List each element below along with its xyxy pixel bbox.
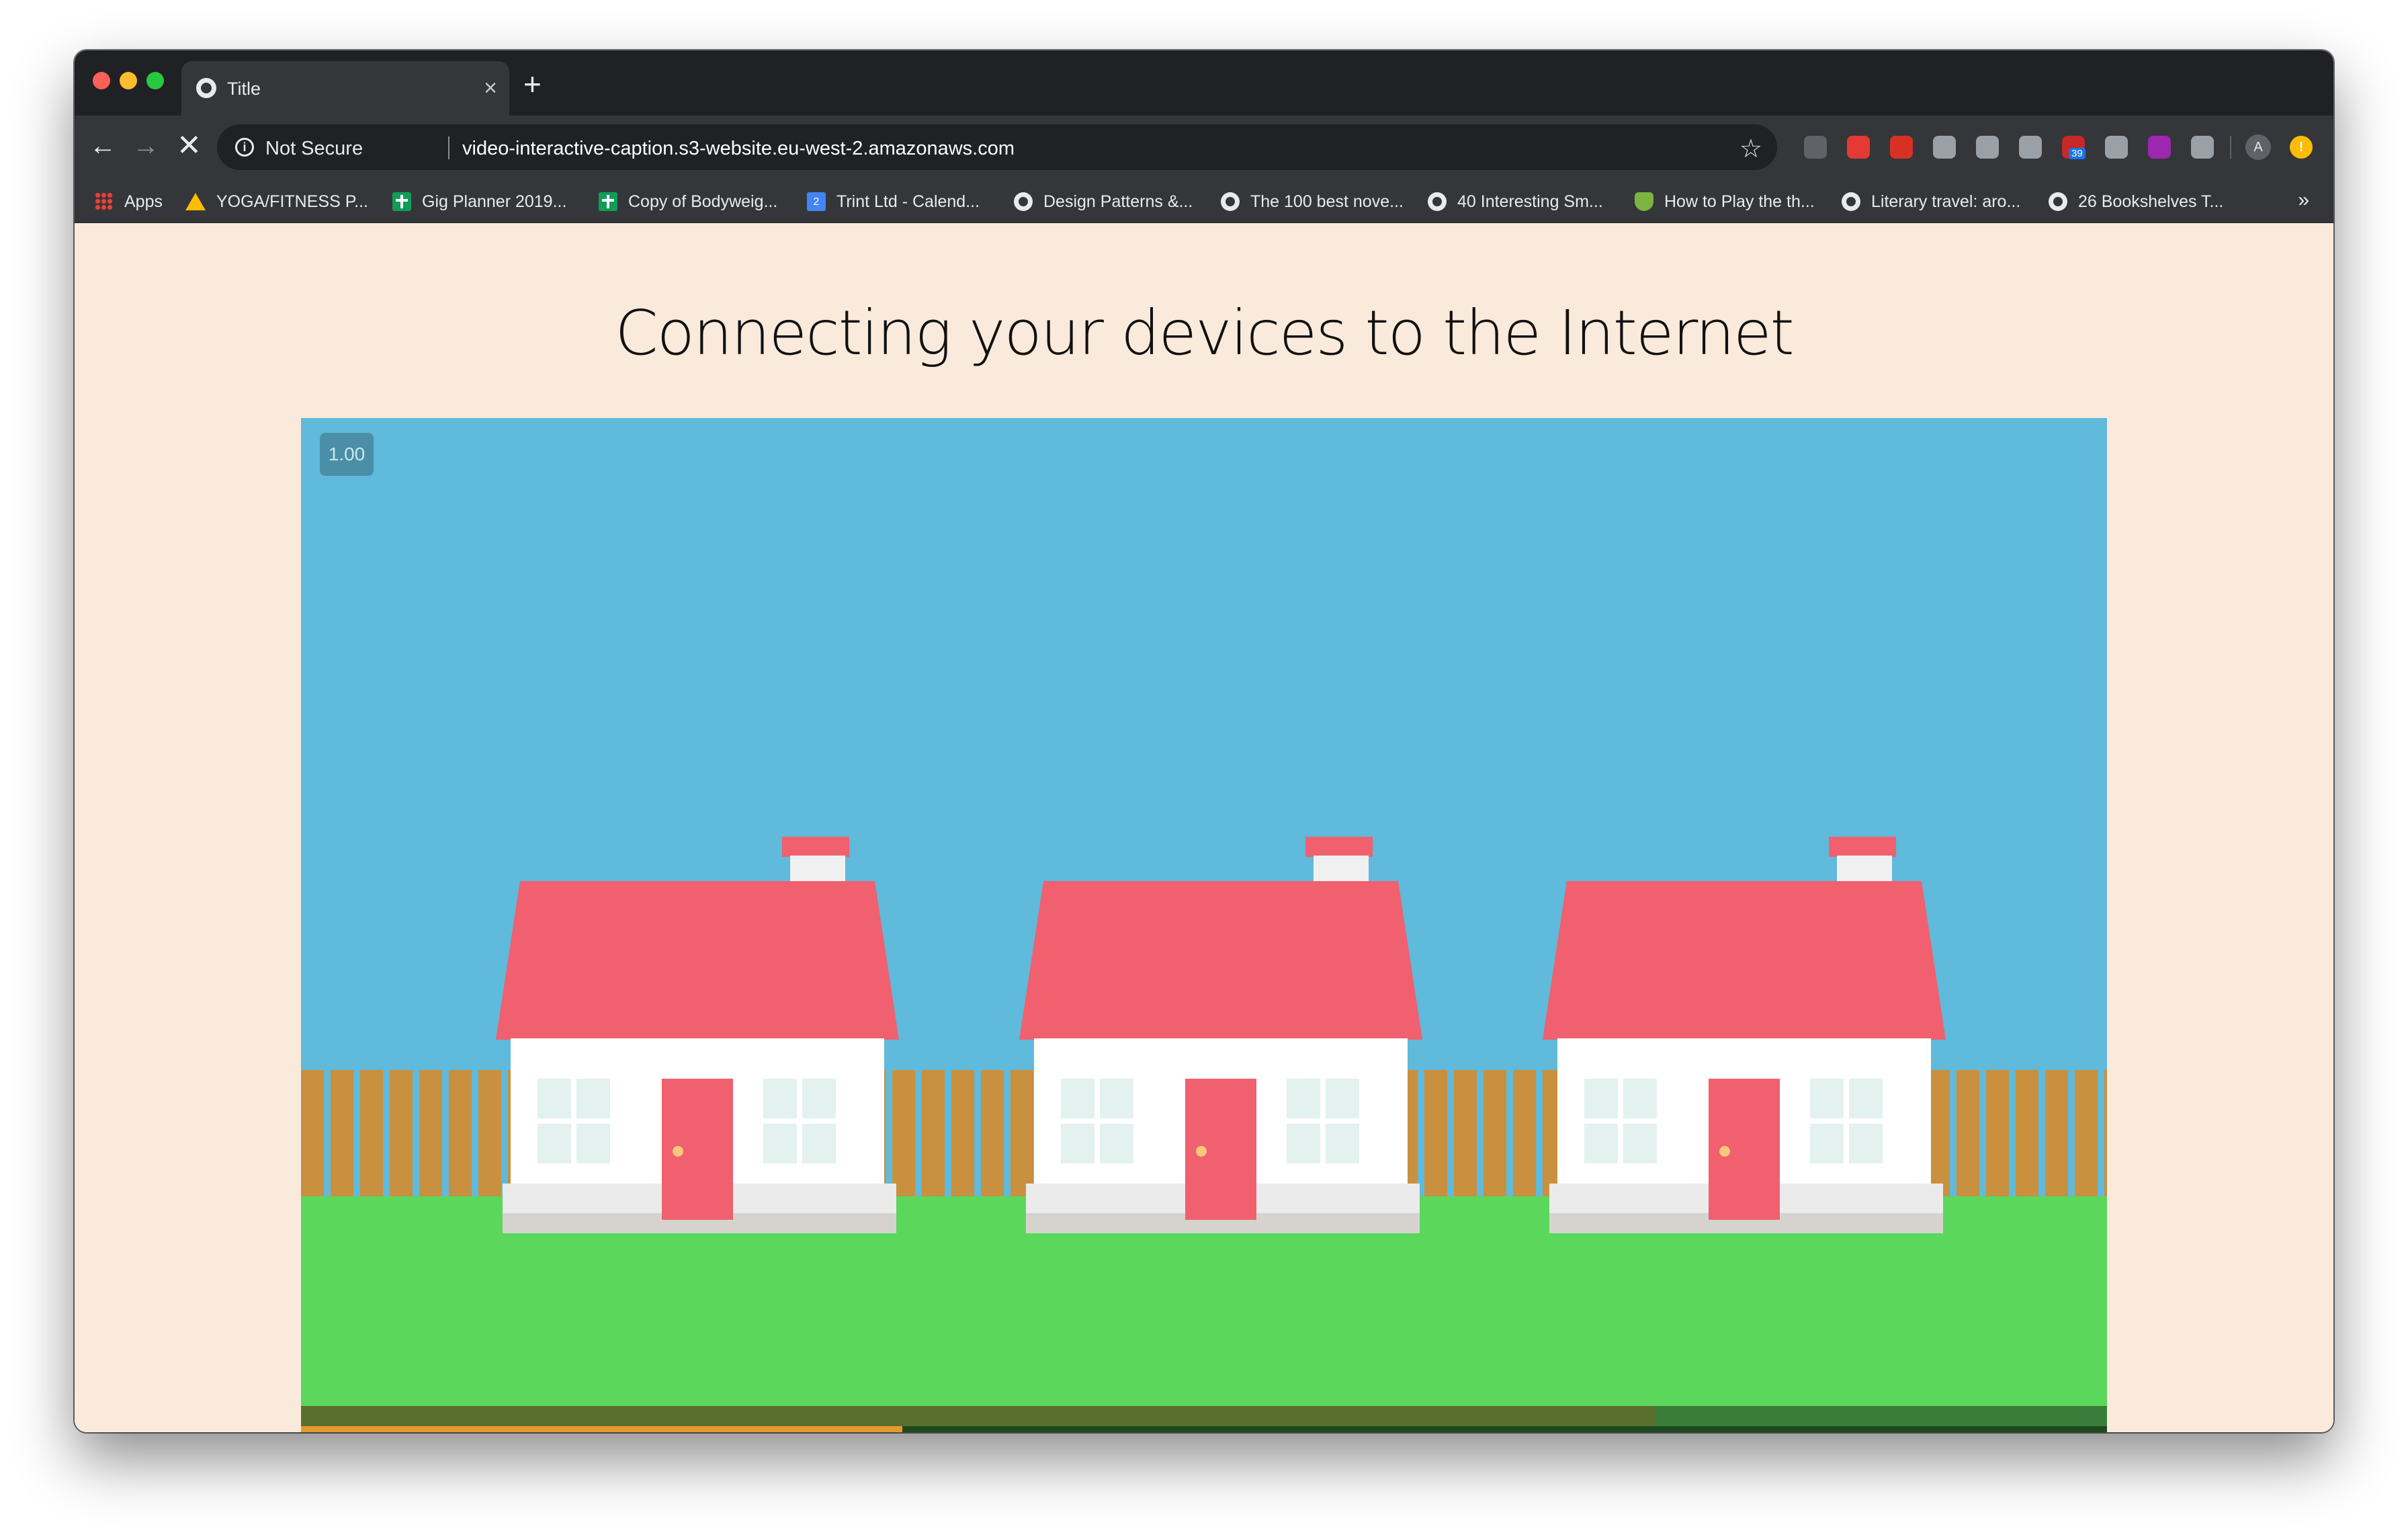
chimney-cap [1829, 837, 1896, 857]
bookmarks-overflow-button[interactable]: » [2298, 189, 2309, 212]
bookmark-label: Design Patterns &... [1043, 192, 1193, 211]
roof [1543, 881, 1946, 1040]
back-button[interactable]: ← [89, 129, 116, 163]
page-title: Connecting your devices to the Internet [615, 297, 1794, 369]
progress-track[interactable] [301, 1426, 2107, 1432]
bookmark-label: How to Play the th... [1664, 192, 1815, 211]
globe-icon [2049, 192, 2067, 211]
stop-extension-icon[interactable] [1890, 136, 1913, 159]
bookmark-label: YOGA/FITNESS P... [216, 192, 368, 211]
forward-button[interactable]: → [132, 129, 159, 163]
bookmark-label: Copy of Bodyweig... [628, 192, 778, 211]
calendar-badge-extension-icon[interactable]: 39 [2062, 136, 2086, 159]
extension-badge: 39 [2069, 148, 2086, 159]
new-tab-button[interactable]: + [523, 64, 542, 104]
youtube-extension-icon[interactable] [1847, 136, 1870, 159]
bookmark-item[interactable]: Copy of Bodyweig... [599, 190, 777, 213]
bookmark-item[interactable]: Gig Planner 2019... [392, 190, 566, 213]
roof [1019, 881, 1422, 1040]
bookmark-item[interactable]: YOGA/FITNESS P... [185, 190, 368, 213]
bookmark-item[interactable]: 40 Interesting Sm... [1428, 190, 1603, 213]
capture-extension-icon[interactable] [2105, 136, 2128, 159]
drive-icon [185, 193, 206, 210]
bookmark-item[interactable]: The 100 best nove... [1221, 190, 1404, 213]
video-player[interactable]: 1.00 [301, 418, 2107, 1432]
security-indicator[interactable]: Not Secure [265, 138, 363, 160]
robot-extension-icon[interactable] [1933, 136, 1956, 159]
bookmark-label: The 100 best nove... [1250, 192, 1404, 211]
close-window-button[interactable] [93, 72, 110, 89]
toolbar-divider [2230, 136, 2231, 159]
bookmarks-bar: Apps YOGA/FITNESS P... Gig Planner 2019...… [75, 181, 2333, 223]
sheets-icon [599, 192, 617, 211]
react-extension-icon[interactable] [1976, 136, 1999, 159]
bookmark-label: Gig Planner 2019... [422, 192, 567, 211]
grammar-extension-icon[interactable] [2019, 136, 2042, 159]
house-window [1061, 1079, 1133, 1163]
globe-icon [1428, 192, 1447, 211]
globe-icon [1014, 192, 1033, 211]
update-icon[interactable]: ! [2290, 136, 2313, 159]
house-window [1584, 1079, 1657, 1163]
video-controls-bar[interactable] [301, 1406, 2107, 1426]
green-shield-icon [1635, 192, 1653, 211]
house-window [1287, 1079, 1359, 1163]
maximize-window-button[interactable] [146, 72, 164, 89]
chimney-cap [782, 837, 849, 857]
house-window [538, 1079, 610, 1163]
url-text[interactable]: video-interactive-caption.s3-website.eu-… [462, 138, 1015, 160]
info-icon[interactable]: i [235, 138, 254, 157]
playback-rate-button[interactable]: 1.00 [320, 433, 374, 476]
bookmark-item[interactable]: 26 Bookshelves T... [2049, 190, 2223, 213]
minimize-window-button[interactable] [120, 72, 137, 89]
omnibox-divider [448, 136, 449, 159]
bookmark-star-icon[interactable]: ☆ [1739, 134, 1762, 164]
stop-loading-button[interactable]: ✕ [177, 129, 202, 163]
tab-active[interactable]: Title × [181, 61, 509, 116]
globe-icon [196, 78, 216, 98]
ellipsis-extension-icon[interactable] [1804, 136, 1827, 159]
bookmark-item[interactable]: Literary travel: aro... [1842, 190, 2020, 213]
address-bar[interactable]: i Not Secure video-interactive-caption.s… [217, 124, 1777, 170]
globe-icon [1842, 192, 1860, 211]
house-illustration [1543, 837, 1946, 1240]
house-door [1709, 1079, 1780, 1220]
bookmark-item[interactable]: How to Play the th... [1635, 190, 1815, 213]
bookmark-label: Literary travel: aro... [1871, 192, 2021, 211]
house-window [763, 1079, 836, 1163]
browser-toolbar: ← → ✕ i Not Secure video-interactive-cap… [75, 116, 2333, 181]
browser-window: Title × + ← → ✕ i Not Secure video-inter… [75, 50, 2333, 1432]
bookmark-item[interactable]: Design Patterns &... [1014, 190, 1193, 213]
buffered-bar [301, 1406, 1656, 1426]
sheets-icon [392, 192, 411, 211]
bookmark-label: 26 Bookshelves T... [2078, 192, 2224, 211]
chimney-cap [1305, 837, 1373, 857]
progress-fill [301, 1426, 903, 1432]
tab-title: Title [227, 79, 261, 99]
house-illustration [1019, 837, 1422, 1240]
info-extension-icon[interactable] [2191, 136, 2214, 159]
roof [496, 881, 899, 1040]
bookmark-label: Trint Ltd - Calend... [836, 192, 980, 211]
profile-avatar[interactable]: A [2245, 134, 2271, 160]
house-window [1810, 1079, 1883, 1163]
door-knob [673, 1146, 683, 1157]
house-door [1185, 1079, 1256, 1220]
page-content: Connecting your devices to the Internet [75, 223, 2333, 1432]
house-door [662, 1079, 733, 1220]
close-icon[interactable]: × [484, 75, 497, 101]
hashtag-extension-icon[interactable] [2148, 136, 2171, 159]
door-knob [1719, 1146, 1730, 1157]
tab-strip: Title × + [75, 50, 2333, 116]
bookmark-label: 40 Interesting Sm... [1457, 192, 1603, 211]
globe-icon [1221, 192, 1240, 211]
apps-icon [95, 192, 114, 211]
bookmark-item[interactable]: 2 Trint Ltd - Calend... [807, 190, 980, 213]
door-knob [1196, 1146, 1207, 1157]
house-illustration [496, 837, 899, 1240]
bookmark-item[interactable]: Apps [95, 190, 163, 213]
calendar-icon: 2 [807, 192, 826, 211]
bookmark-label: Apps [124, 192, 163, 211]
